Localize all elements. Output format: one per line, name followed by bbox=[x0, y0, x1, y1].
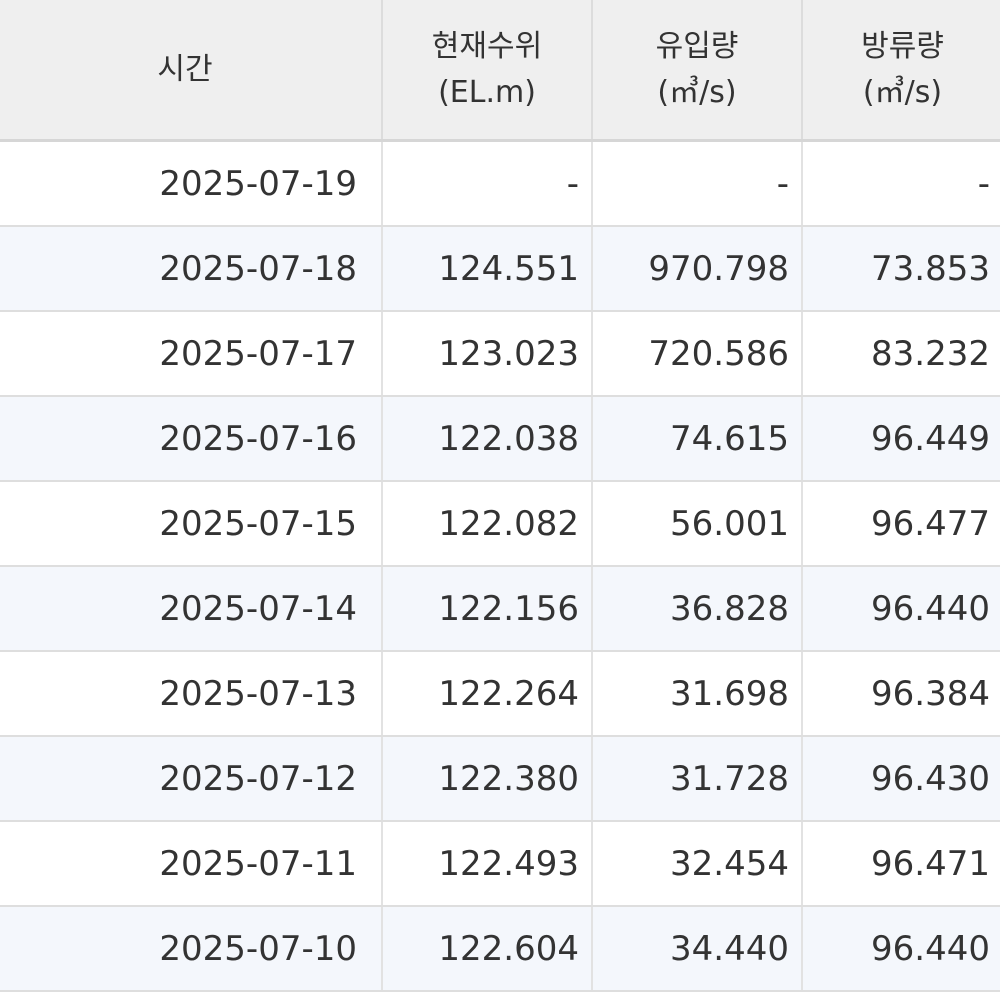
cell-time: 2025-07-13 bbox=[0, 651, 383, 737]
cell-time: 2025-07-11 bbox=[0, 821, 383, 907]
cell-inflow: 36.828 bbox=[592, 566, 803, 652]
cell-outflow: 96.477 bbox=[802, 481, 1000, 567]
header-inflow-unit: (㎥/s) bbox=[657, 74, 737, 110]
cell-inflow: 32.454 bbox=[592, 821, 803, 907]
cell-outflow: 96.440 bbox=[802, 566, 1000, 652]
header-water-level-unit: (EL.m) bbox=[438, 74, 536, 110]
cell-outflow: - bbox=[802, 140, 1000, 227]
cell-time: 2025-07-16 bbox=[0, 396, 383, 482]
cell-outflow: 96.384 bbox=[802, 651, 1000, 737]
cell-water-level: 122.264 bbox=[382, 651, 593, 737]
cell-time: 2025-07-10 bbox=[0, 906, 383, 992]
cell-time: 2025-07-17 bbox=[0, 311, 383, 397]
cell-outflow: 96.471 bbox=[802, 821, 1000, 907]
table-row: 2025-07-11 122.493 32.454 96.471 bbox=[0, 821, 1000, 907]
cell-water-level: 122.038 bbox=[382, 396, 593, 482]
table-row: 2025-07-13 122.264 31.698 96.384 bbox=[0, 651, 1000, 737]
header-row: 시간 현재수위 (EL.m) 유입량 (㎥/s) 방류량 (㎥/s) bbox=[0, 0, 1000, 142]
table-row: 2025-07-12 122.380 31.728 96.430 bbox=[0, 736, 1000, 822]
header-inflow[interactable]: 유입량 (㎥/s) bbox=[592, 0, 803, 142]
cell-inflow: 34.440 bbox=[592, 906, 803, 992]
cell-inflow: 720.586 bbox=[592, 311, 803, 397]
cell-inflow: 31.698 bbox=[592, 651, 803, 737]
header-water-level[interactable]: 현재수위 (EL.m) bbox=[382, 0, 593, 142]
cell-time: 2025-07-14 bbox=[0, 566, 383, 652]
cell-water-level: 123.023 bbox=[382, 311, 593, 397]
cell-inflow: 56.001 bbox=[592, 481, 803, 567]
table-row: 2025-07-15 122.082 56.001 96.477 bbox=[0, 481, 1000, 567]
header-time[interactable]: 시간 bbox=[0, 0, 383, 142]
cell-time: 2025-07-19 bbox=[0, 140, 383, 227]
cell-inflow: 74.615 bbox=[592, 396, 803, 482]
cell-time: 2025-07-15 bbox=[0, 481, 383, 567]
cell-water-level: 124.551 bbox=[382, 226, 593, 312]
cell-water-level: 122.156 bbox=[382, 566, 593, 652]
table-row: 2025-07-14 122.156 36.828 96.440 bbox=[0, 566, 1000, 652]
table-row: 2025-07-16 122.038 74.615 96.449 bbox=[0, 396, 1000, 482]
header-inflow-label: 유입량 bbox=[655, 28, 739, 64]
cell-outflow: 83.232 bbox=[802, 311, 1000, 397]
table-row: 2025-07-19 - - - bbox=[0, 140, 1000, 227]
cell-outflow: 96.449 bbox=[802, 396, 1000, 482]
cell-inflow: - bbox=[592, 140, 803, 227]
header-outflow-unit: (㎥/s) bbox=[862, 74, 943, 110]
cell-time: 2025-07-18 bbox=[0, 226, 383, 312]
cell-outflow: 96.440 bbox=[802, 906, 1000, 992]
cell-water-level: - bbox=[382, 140, 593, 227]
table-body: 2025-07-19 - - - 2025-07-18 124.551 970.… bbox=[0, 140, 1000, 992]
cell-time: 2025-07-12 bbox=[0, 736, 383, 822]
cell-inflow: 970.798 bbox=[592, 226, 803, 312]
cell-water-level: 122.604 bbox=[382, 906, 593, 992]
cell-water-level: 122.493 bbox=[382, 821, 593, 907]
table-row: 2025-07-17 123.023 720.586 83.232 bbox=[0, 311, 1000, 397]
cell-inflow: 31.728 bbox=[592, 736, 803, 822]
cell-water-level: 122.380 bbox=[382, 736, 593, 822]
cell-water-level: 122.082 bbox=[382, 481, 593, 567]
header-outflow[interactable]: 방류량 (㎥/s) bbox=[802, 0, 1000, 142]
table-row: 2025-07-10 122.604 34.440 96.440 bbox=[0, 906, 1000, 992]
cell-outflow: 73.853 bbox=[802, 226, 1000, 312]
table-row: 2025-07-18 124.551 970.798 73.853 bbox=[0, 226, 1000, 312]
table-header: 시간 현재수위 (EL.m) 유입량 (㎥/s) 방류량 (㎥/s) bbox=[0, 0, 1000, 142]
cell-outflow: 96.430 bbox=[802, 736, 1000, 822]
header-water-level-label: 현재수위 bbox=[431, 28, 543, 64]
header-time-label: 시간 bbox=[157, 51, 213, 87]
header-outflow-label: 방류량 bbox=[861, 28, 944, 64]
dam-data-table: 시간 현재수위 (EL.m) 유입량 (㎥/s) 방류량 (㎥/s) 2025-… bbox=[0, 0, 1000, 992]
